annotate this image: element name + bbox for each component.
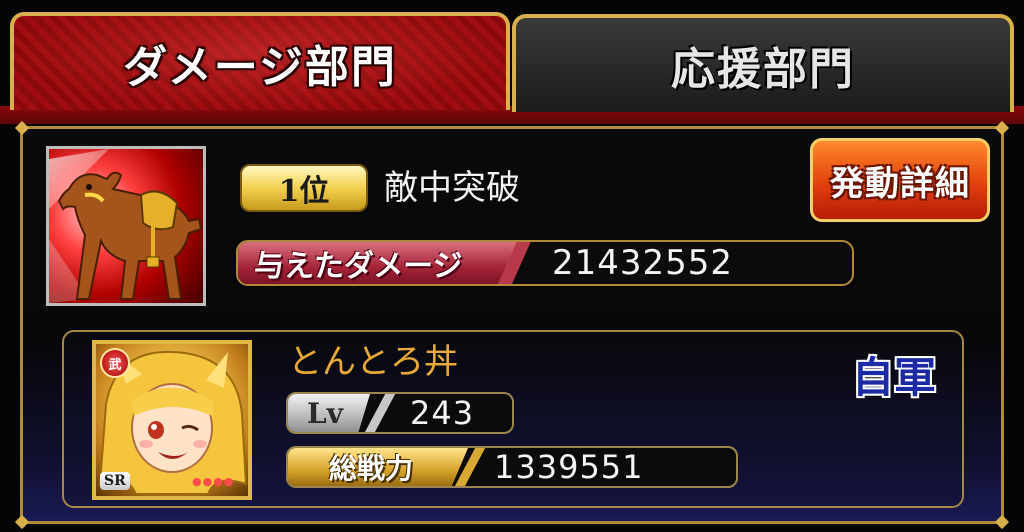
tab-damage-label: ダメージ部門 [123,42,397,93]
type-badge: 武 [100,348,130,378]
activation-detail-label: 発動詳細 [830,163,970,204]
skill-name: 敵中突破 [384,168,520,208]
skill-icon [46,146,206,306]
level-value: 243 [410,394,475,432]
rank-label: 1位 [278,174,330,209]
player-avatar[interactable]: 武 SR ●●●● [92,340,252,500]
tab-damage[interactable]: ダメージ部門 [10,12,510,110]
horse-icon [49,149,203,303]
level-label: Lv [288,394,370,432]
tab-support-label: 応援部門 [671,44,855,95]
damage-bar: 与えたダメージ 21432552 [236,240,854,286]
activation-detail-button[interactable]: 発動詳細 [810,138,990,222]
corner-ornament [14,514,30,530]
rank-badge: 1位 [240,164,368,212]
rarity-badge: SR [100,472,130,490]
total-power-label: 総戦力 [288,448,468,486]
tab-support[interactable]: 応援部門 [512,14,1014,112]
army-label: 自軍 [852,353,937,402]
total-power-value: 1339551 [494,448,644,486]
level-bar: Lv 243 [286,392,514,434]
corner-ornament [994,514,1010,530]
damage-label: 与えたダメージ [238,242,528,284]
ranking-screen: ダメージ部門 応援部門 1位 敵中突破 発動詳細 与えたダメージ 2143255… [0,0,1024,532]
damage-value: 21432552 [552,243,734,283]
total-power-bar: 総戦力 1339551 [286,446,738,488]
star-rating: ●●●● [192,475,235,488]
player-name[interactable]: とんとろ丼 [288,340,458,384]
